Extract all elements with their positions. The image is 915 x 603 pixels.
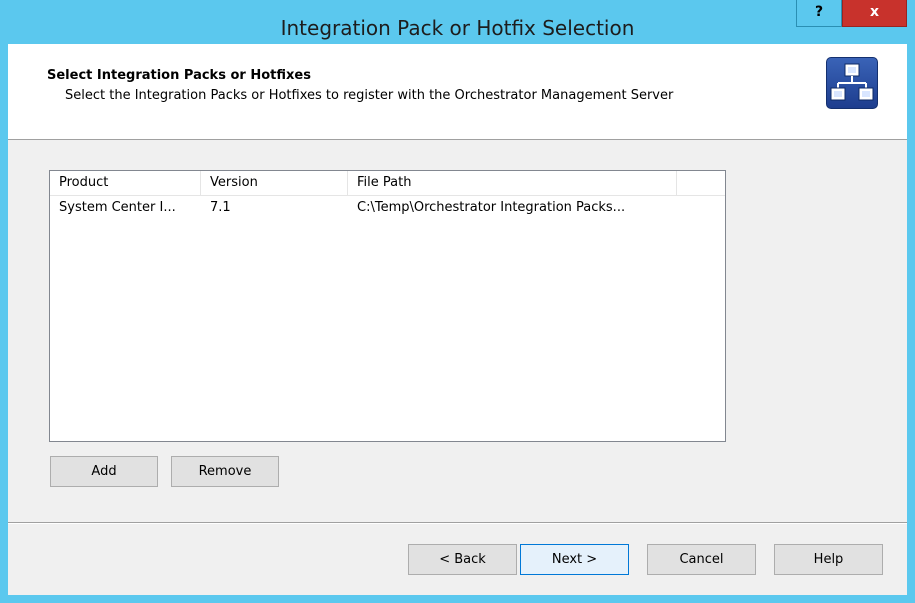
cell-product: System Center I... (59, 200, 176, 215)
column-header-product[interactable]: Product (50, 171, 201, 195)
cell-file-path: C:\Temp\Orchestrator Integration Packs..… (357, 200, 626, 215)
cancel-button[interactable]: Cancel (647, 544, 756, 575)
column-header-version[interactable]: Version (201, 171, 348, 195)
page-title: Select Integration Packs or Hotfixes (47, 68, 311, 83)
next-button[interactable]: Next > (520, 544, 629, 575)
column-header-file-path[interactable]: File Path (348, 171, 677, 195)
integration-pack-icon (826, 57, 878, 109)
list-header: Product Version File Path (50, 171, 725, 196)
footer-separator-highlight (8, 523, 907, 524)
back-button[interactable]: < Back (408, 544, 517, 575)
cell-version: 7.1 (210, 200, 231, 215)
help-title-button[interactable]: ? (796, 0, 842, 27)
remove-button[interactable]: Remove (171, 456, 279, 487)
help-button[interactable]: Help (774, 544, 883, 575)
window-title: Integration Pack or Hotfix Selection (280, 16, 635, 40)
dialog-client: Select Integration Packs or Hotfixes Sel… (8, 44, 907, 595)
wizard-header: Select Integration Packs or Hotfixes Sel… (8, 44, 907, 140)
table-row[interactable]: System Center I... 7.1 C:\Temp\Orchestra… (50, 197, 725, 219)
dialog-window: Integration Pack or Hotfix Selection ? x… (0, 0, 915, 603)
add-button[interactable]: Add (50, 456, 158, 487)
close-button[interactable]: x (842, 0, 907, 27)
page-subtitle: Select the Integration Packs or Hotfixes… (65, 88, 674, 103)
integration-pack-list[interactable]: Product Version File Path System Center … (49, 170, 726, 442)
title-bar[interactable]: Integration Pack or Hotfix Selection ? x (0, 0, 915, 44)
